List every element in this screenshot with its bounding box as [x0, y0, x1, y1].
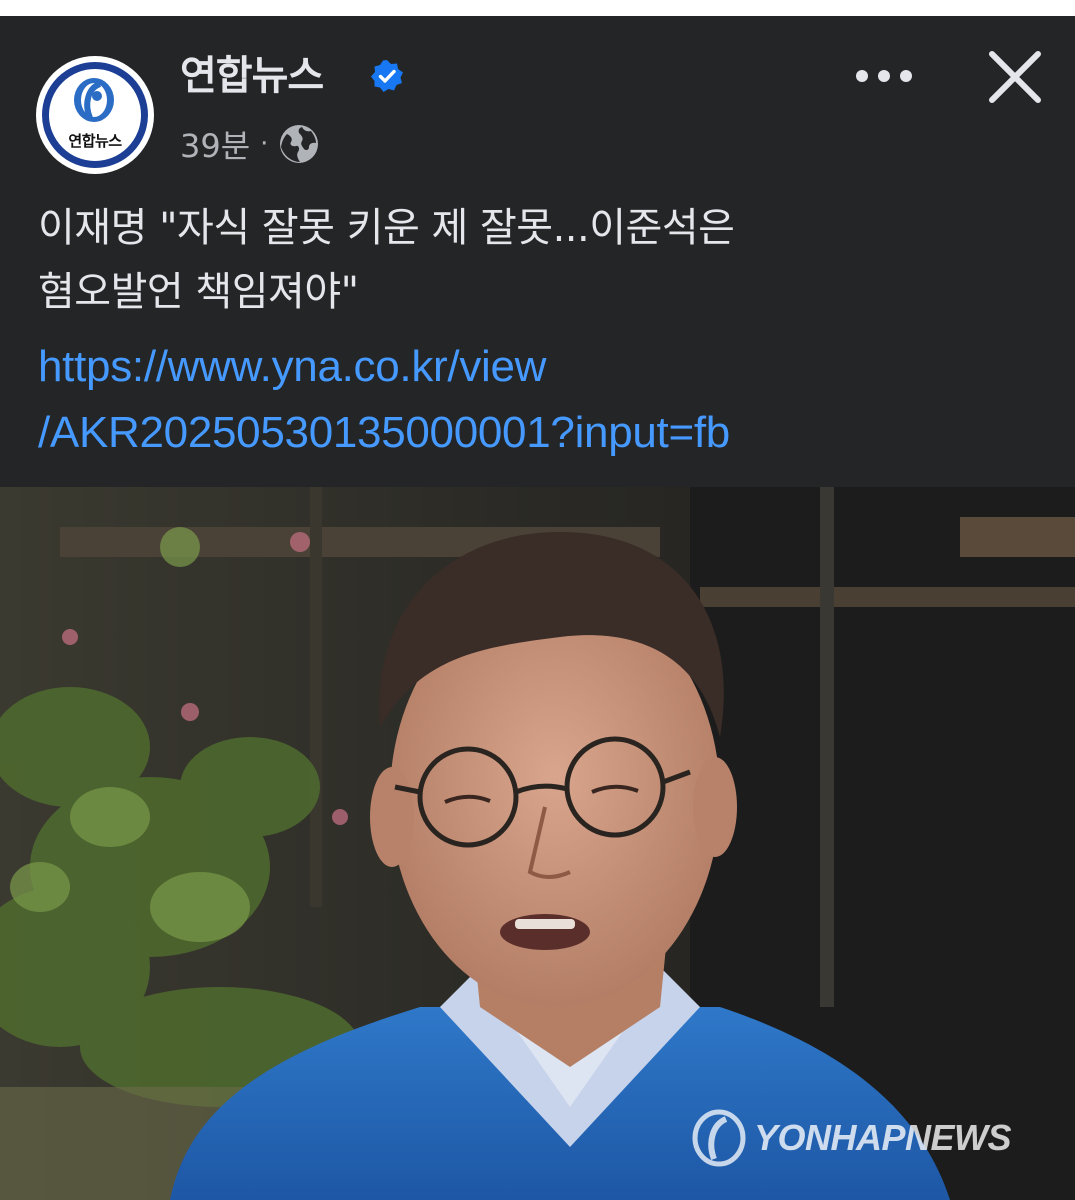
- post-meta: 39분 ·: [180, 122, 320, 166]
- yonhap-watermark-icon: [692, 1109, 746, 1167]
- yonhap-logo-icon: [74, 78, 114, 122]
- page-name[interactable]: 연합뉴스: [180, 50, 324, 102]
- watermark-text: YONHAPNEWS: [754, 1117, 1012, 1158]
- link-line-1[interactable]: https://www.yna.co.kr/view: [38, 334, 1048, 400]
- close-icon[interactable]: [984, 46, 1046, 108]
- post-photo[interactable]: [0, 487, 1075, 1200]
- headline-line-1: 이재명 "자식 잘못 키운 제 잘못...이준석은: [38, 205, 735, 251]
- globe-icon[interactable]: [278, 123, 320, 165]
- page-avatar[interactable]: 연합뉴스: [36, 56, 154, 174]
- link-line-2[interactable]: /AKR20250530135000001?input=fb: [38, 400, 1048, 466]
- post-text: 이재명 "자식 잘못 키운 제 잘못...이준석은 혐오발언 책임져야": [38, 196, 1038, 324]
- news-photo: [0, 487, 1075, 1200]
- post-time[interactable]: 39분: [180, 121, 250, 167]
- more-options-button[interactable]: [852, 54, 916, 98]
- verified-badge-icon: [371, 60, 403, 92]
- facebook-post: 연합뉴스 연합뉴스 39분 · 이재명 "자식 잘못 키운 제 잘못...이준석…: [0, 0, 1075, 1200]
- avatar-label: 연합뉴스: [68, 132, 122, 150]
- more-options-icon: [856, 70, 912, 82]
- meta-separator: ·: [260, 129, 269, 159]
- photo-watermark: YONHAPNEWS: [690, 1106, 1012, 1170]
- headline-line-2: 혐오발언 책임져야": [38, 269, 359, 315]
- article-link[interactable]: https://www.yna.co.kr/view /AKR202505301…: [38, 334, 1048, 466]
- top-strip: [0, 0, 1075, 16]
